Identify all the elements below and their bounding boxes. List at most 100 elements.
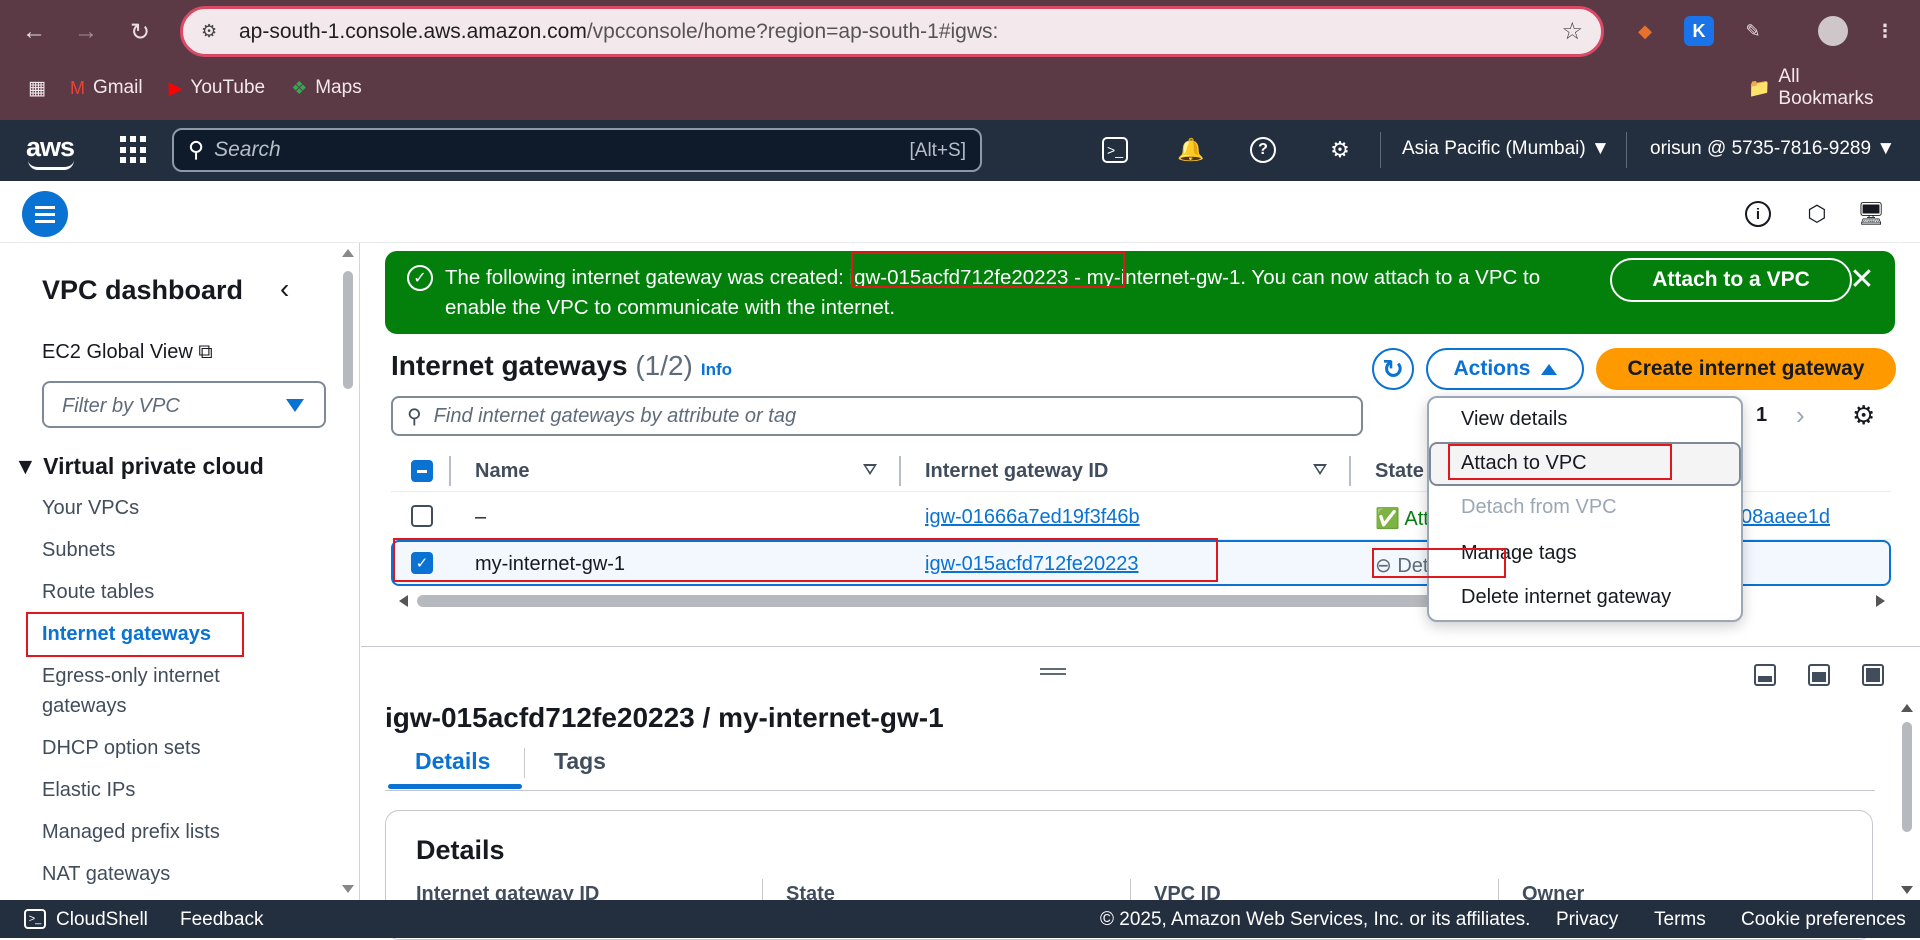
side-navigation: VPC dashboard ‹ EC2 Global View ⧉ Filter… [0, 243, 360, 900]
actions-menu: View details Attach to VPC Detach from V… [1427, 396, 1743, 622]
detail-scrollbar[interactable] [1898, 700, 1916, 900]
forward-icon[interactable]: → [68, 14, 104, 50]
panel-full-icon[interactable] [1862, 664, 1884, 686]
footer-privacy[interactable]: Privacy [1556, 909, 1618, 931]
global-search-input[interactable]: ⚲ Search [Alt+S] [172, 128, 982, 172]
footer-feedback[interactable]: Feedback [180, 909, 263, 931]
footer-terms[interactable]: Terms [1654, 909, 1706, 931]
row-name: – [475, 506, 487, 528]
footer-cookie-preferences[interactable]: Cookie preferences [1741, 909, 1906, 931]
column-header-state[interactable]: State [1375, 460, 1424, 483]
tab-tags[interactable]: Tags [554, 748, 606, 775]
menu-item-view-details[interactable]: View details [1461, 408, 1567, 431]
caret-down-icon [286, 399, 304, 412]
extensions-puzzle-icon[interactable]: ✎ [1738, 16, 1768, 46]
region-selector[interactable]: Asia Pacific (Mumbai) ▼ [1402, 138, 1610, 160]
console-footer: >_ CloudShell Feedback © 2025, Amazon We… [0, 900, 1920, 938]
sidebar-item-route-tables[interactable]: Route tables [42, 577, 154, 607]
services-grid-icon[interactable] [120, 136, 148, 164]
attach-to-vpc-banner-button[interactable]: Attach to a VPC [1610, 258, 1852, 302]
sort-caret-icon[interactable] [1313, 464, 1327, 475]
sidebar-item-subnets[interactable]: Subnets [42, 535, 115, 565]
sidebar-item-elastic-ips[interactable]: Elastic IPs [42, 775, 135, 805]
console-subbar: i ⬡ 🖥 [0, 181, 1920, 243]
bookmark-gmail[interactable]: M Gmail [70, 77, 143, 99]
settings-gear-icon[interactable]: ⚙ [1324, 134, 1356, 166]
sidebar-item-dhcp-option-sets[interactable]: DHCP option sets [42, 733, 201, 763]
panel-bottom-icon[interactable] [1754, 664, 1776, 686]
security-hexagon-icon[interactable]: ⬡ [1802, 199, 1832, 229]
notifications-bell-icon[interactable]: 🔔 [1175, 134, 1207, 166]
apps-grid-icon[interactable]: ▦ [28, 77, 46, 100]
search-icon: ⚲ [407, 405, 422, 428]
detail-title: igw-015acfd712fe20223 / my-internet-gw-1 [385, 702, 944, 733]
browser-menu-icon[interactable]: ⋮ [1870, 16, 1900, 46]
create-internet-gateway-button[interactable]: Create internet gateway [1596, 348, 1896, 390]
youtube-icon: ▶ [168, 77, 183, 98]
monitor-settings-icon[interactable]: 🖥 [1856, 199, 1886, 229]
table-preferences-gear-icon[interactable]: ⚙ [1852, 400, 1875, 431]
site-settings-icon[interactable]: ⚙ [201, 21, 225, 42]
info-panel-icon[interactable]: i [1745, 201, 1771, 227]
refresh-icon[interactable]: ↻ [1372, 348, 1414, 390]
footer-cloudshell[interactable]: CloudShell [56, 909, 148, 931]
info-link[interactable]: Info [701, 360, 732, 379]
aws-top-nav: aws ⚲ Search [Alt+S] >_ 🔔 ? ⚙ Asia Pacif… [0, 120, 1920, 181]
profile-avatar[interactable] [1818, 16, 1848, 46]
pagination-page[interactable]: 1 [1756, 404, 1767, 427]
bookmark-maps[interactable]: ❖ Maps [291, 77, 362, 99]
page-title: Internet gateways (1/2) Info [391, 350, 733, 381]
reload-icon[interactable]: ↻ [122, 14, 158, 50]
resize-handle-icon[interactable] [1040, 668, 1066, 675]
active-tab-indicator [388, 784, 522, 789]
bookmark-youtube[interactable]: ▶ YouTube [169, 77, 266, 99]
address-bar[interactable]: ⚙ ap-south-1.console.aws.amazon.com/vpcc… [180, 6, 1604, 57]
account-menu[interactable]: orisun @ 5735-7816-9289 ▼ [1650, 138, 1895, 160]
sidebar-item-managed-prefix-lists[interactable]: Managed prefix lists [42, 817, 220, 847]
sidebar-section-vpc[interactable]: ▼ Virtual private cloud [14, 453, 264, 480]
bookmark-star-icon[interactable]: ☆ [1561, 17, 1583, 46]
annotation-box-attach-to-vpc [1448, 444, 1672, 480]
sort-caret-icon[interactable] [863, 464, 877, 475]
sidebar-title[interactable]: VPC dashboard [42, 275, 243, 306]
filter-by-vpc-select[interactable]: Filter by VPC [42, 381, 326, 428]
annotation-box-selected-row [393, 538, 1218, 582]
bookmarks-bar: ▦ M Gmail ▶ YouTube ❖ Maps 📁 All Bookmarks [0, 66, 1920, 110]
details-heading: Details [416, 835, 505, 865]
back-icon[interactable]: ← [16, 14, 52, 50]
footer-copyright: © 2025, Amazon Web Services, Inc. or its… [1100, 909, 1531, 930]
gmail-icon: M [69, 77, 85, 98]
row-igw-id-link[interactable]: igw-01666a7ed19f3f46b [925, 506, 1140, 529]
help-icon[interactable]: ? [1250, 137, 1276, 163]
sidebar-item-your-vpcs[interactable]: Your VPCs [42, 493, 139, 523]
menu-item-delete-internet-gateway[interactable]: Delete internet gateway [1461, 586, 1671, 609]
row-checkbox[interactable] [411, 505, 433, 527]
select-all-checkbox[interactable] [411, 460, 433, 482]
all-bookmarks[interactable]: 📁 All Bookmarks [1748, 66, 1894, 110]
sidebar-item-egress-only-gateways[interactable]: Egress-only internet gateways [42, 661, 282, 721]
table-filter-input[interactable]: ⚲ Find internet gateways by attribute or… [391, 396, 1363, 436]
aws-logo[interactable]: aws [26, 132, 75, 170]
browser-chrome: ← → ↻ ⚙ ap-south-1.console.aws.amazon.co… [0, 0, 1920, 120]
metamask-extension-icon[interactable]: ◆ [1630, 16, 1660, 46]
folder-icon: 📁 [1748, 77, 1771, 98]
column-header-igw-id[interactable]: Internet gateway ID [925, 460, 1108, 483]
cloudshell-icon[interactable]: >_ [24, 909, 46, 929]
side-nav-toggle-icon[interactable] [22, 191, 68, 237]
close-icon[interactable]: ✕ [1842, 259, 1882, 299]
sidebar-scrollbar[interactable] [340, 243, 356, 900]
collapse-chevron-left-icon[interactable]: ‹ [280, 273, 289, 305]
external-link-icon: ⧉ [198, 341, 213, 363]
actions-dropdown-button[interactable]: Actions [1426, 348, 1584, 390]
tab-details[interactable]: Details [415, 748, 490, 775]
sidebar-item-nat-gateways[interactable]: NAT gateways [42, 859, 170, 889]
caret-up-icon [1540, 363, 1557, 375]
cloudshell-icon[interactable]: >_ [1102, 137, 1128, 163]
search-icon: ⚲ [188, 137, 205, 162]
row-vpc-id-link[interactable]: 08aaee1d [1741, 506, 1830, 529]
k-extension-icon[interactable]: K [1684, 16, 1714, 46]
ec2-global-view-link[interactable]: EC2 Global View ⧉ [42, 341, 213, 364]
panel-side-icon[interactable] [1808, 664, 1830, 686]
column-header-name[interactable]: Name [475, 460, 529, 483]
chevron-right-icon[interactable]: › [1796, 400, 1805, 431]
